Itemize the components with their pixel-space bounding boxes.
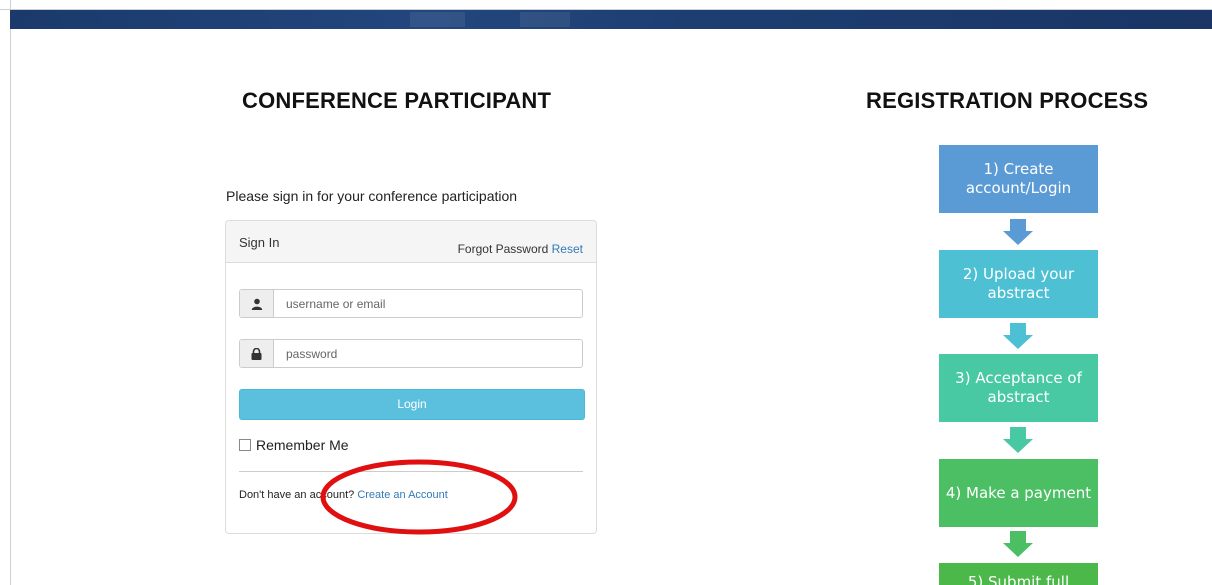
process-step-2-label: 2) Upload your abstract — [962, 265, 1075, 302]
forgot-password-label: Forgot Password — [457, 242, 549, 256]
signin-panel: Sign In Forgot Password Reset Login Reme… — [225, 220, 597, 534]
reset-password-link[interactable]: Reset — [552, 242, 583, 256]
password-input[interactable] — [274, 340, 586, 367]
process-step-1: 1) Create account/Login — [939, 145, 1098, 213]
process-step-5: 5) Submit full — [939, 563, 1098, 585]
process-step-3: 3) Acceptance of abstract — [939, 354, 1098, 422]
banner-graphic — [520, 12, 570, 27]
remember-me[interactable]: Remember Me — [239, 437, 349, 453]
down-arrow-icon — [1003, 323, 1033, 349]
username-input[interactable] — [274, 290, 586, 317]
participant-heading: CONFERENCE PARTICIPANT — [242, 88, 552, 113]
down-arrow-icon — [1003, 219, 1033, 245]
banner-graphic — [410, 12, 465, 27]
login-button[interactable]: Login — [239, 389, 585, 420]
forgot-password: Forgot Password Reset — [458, 242, 583, 256]
create-account-prompt: Don't have an account? Create an Account — [239, 489, 448, 501]
password-input-group — [239, 339, 586, 368]
process-step-3-label: 3) Acceptance of abstract — [955, 369, 1082, 406]
process-step-4: 4) Make a payment — [939, 459, 1098, 527]
signin-panel-header: Sign In Forgot Password Reset — [226, 221, 596, 263]
no-account-text: Don't have an account? — [239, 489, 355, 501]
remember-me-label: Remember Me — [256, 437, 349, 453]
process-step-4-label: 4) Make a payment — [945, 483, 1092, 502]
create-account-link[interactable]: Create an Account — [357, 489, 448, 501]
remember-me-checkbox[interactable] — [239, 439, 251, 451]
down-arrow-icon — [1003, 427, 1033, 453]
signin-intro-text: Please sign in for your conference parti… — [226, 188, 518, 204]
process-heading: REGISTRATION PROCESS — [866, 88, 1149, 113]
down-arrow-icon — [1003, 531, 1033, 557]
header-banner — [10, 10, 1212, 29]
process-step-2: 2) Upload your abstract — [939, 250, 1098, 318]
page-left-border — [0, 0, 11, 585]
process-step-5-label: 5) Submit full — [967, 573, 1070, 585]
process-step-1-label: 1) Create account/Login — [965, 160, 1072, 197]
lock-icon — [240, 340, 274, 367]
user-icon — [240, 290, 274, 317]
panel-divider — [239, 471, 583, 472]
username-input-group — [239, 289, 586, 318]
signin-title: Sign In — [239, 235, 280, 250]
